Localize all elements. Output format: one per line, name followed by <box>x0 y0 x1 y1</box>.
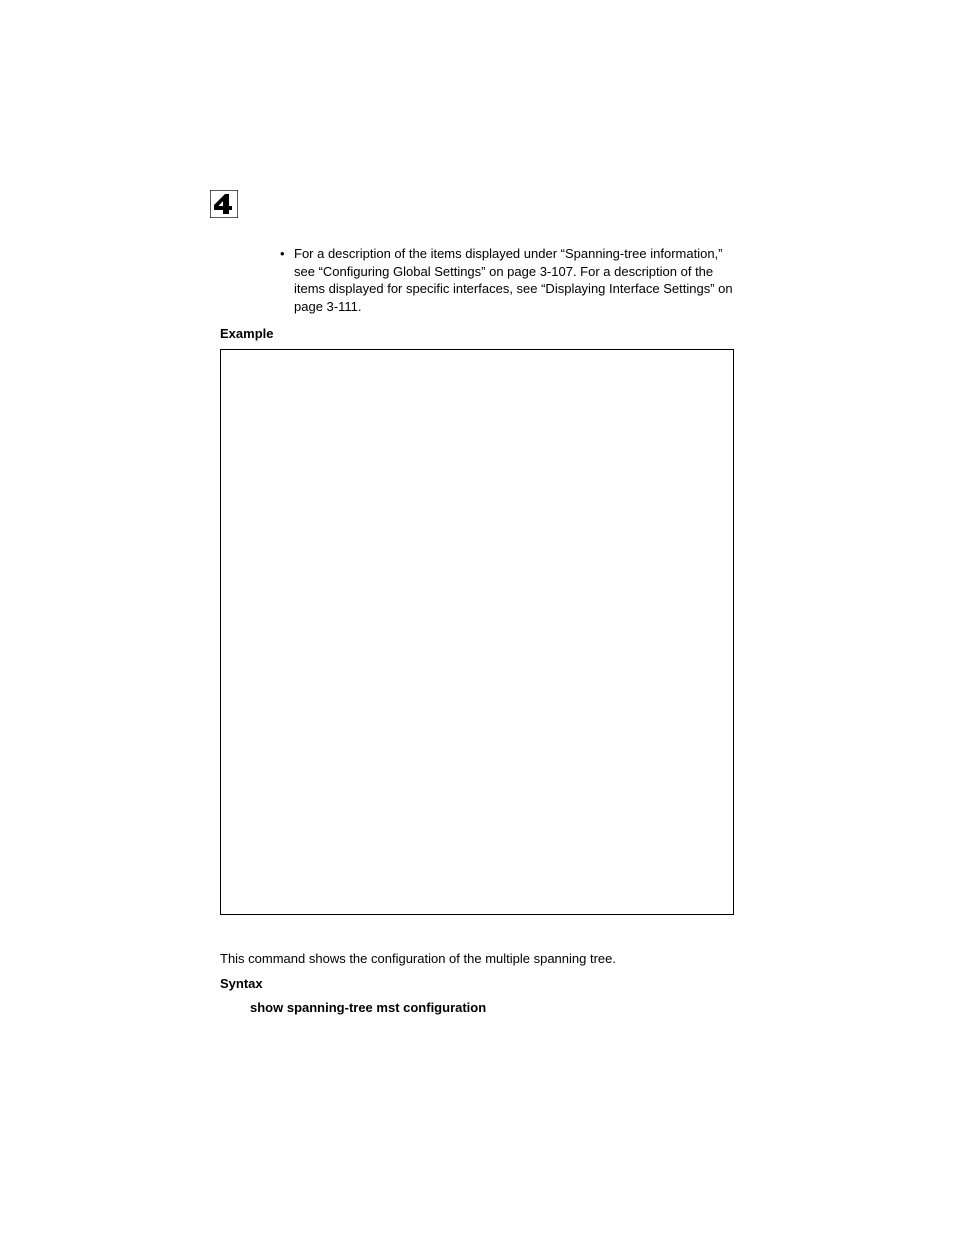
bullet-text: For a description of the items displayed… <box>294 245 734 315</box>
syntax-command: show spanning-tree mst configuration <box>220 999 734 1017</box>
example-label: Example <box>220 325 734 343</box>
bullet-icon <box>280 245 294 315</box>
command-description: This command shows the configuration of … <box>220 950 734 968</box>
page-content: For a description of the items displayed… <box>220 245 734 1016</box>
chapter-number-badge <box>210 190 238 218</box>
document-page: For a description of the items displayed… <box>0 0 954 1235</box>
usage-bullet: For a description of the items displayed… <box>220 245 734 315</box>
syntax-label: Syntax <box>220 975 734 993</box>
example-output-box <box>220 349 734 915</box>
